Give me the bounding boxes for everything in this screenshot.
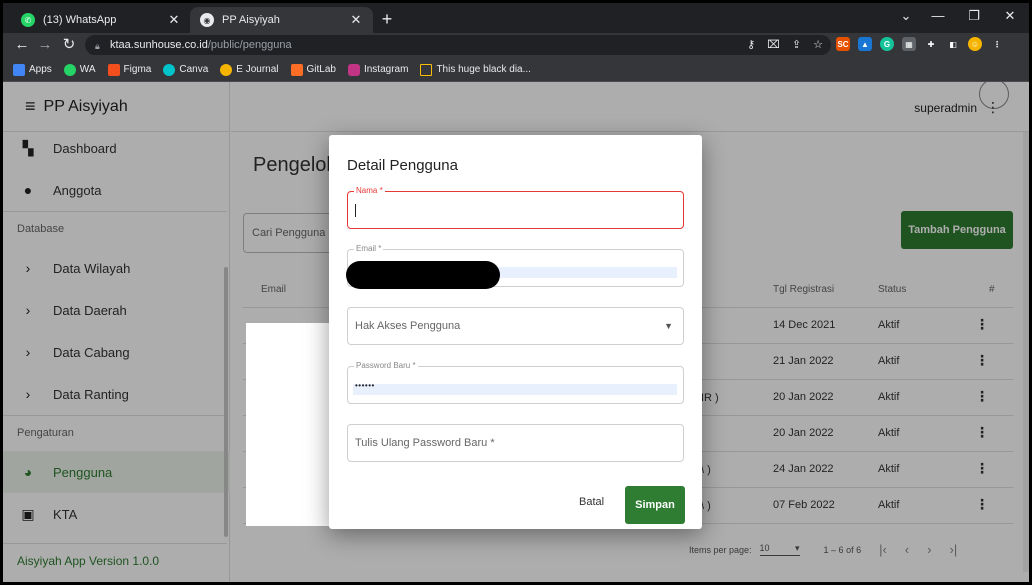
key-icon[interactable]: ⚷ xyxy=(747,38,755,51)
password-field[interactable]: Password Baru * •••••• xyxy=(347,361,684,404)
save-button[interactable]: Simpan xyxy=(625,486,685,524)
dialog-title: Detail Pengguna xyxy=(347,157,458,174)
browser-toolbar: ← → ↻ 🔒︎ ktaa.sunhouse.co.id /public/pen… xyxy=(3,33,1029,58)
star-icon[interactable]: ☆ xyxy=(813,38,823,51)
address-bar[interactable]: 🔒︎ ktaa.sunhouse.co.id /public/pengguna … xyxy=(85,35,831,55)
reload-icon[interactable]: ↻ xyxy=(60,35,78,55)
figma-icon xyxy=(107,63,120,76)
redaction-block xyxy=(246,323,338,526)
chevron-down-icon[interactable]: ⌄ xyxy=(891,8,921,24)
bookmark-label: GitLab xyxy=(306,64,336,75)
window-close-icon[interactable]: ✕ xyxy=(995,8,1025,24)
globe-icon: ◉ xyxy=(200,13,214,27)
puzzle-icon[interactable]: ✚ xyxy=(924,37,938,51)
name-field[interactable]: Nama * xyxy=(347,186,684,229)
ejournal-icon xyxy=(220,63,233,76)
bookmark-label: Instagram xyxy=(363,64,409,75)
bookmark-instagram[interactable]: Instagram xyxy=(347,63,409,76)
tab-title: PP Aisyiyah xyxy=(222,14,280,26)
extension-grad-icon[interactable]: ▲ xyxy=(858,37,872,51)
extension-sc-icon[interactable]: SC xyxy=(836,37,850,51)
extensions: SC ▲ G ▦ ✚ ◧ ☺ ⋮ xyxy=(836,37,1004,51)
bookmarks-bar: Apps WA Figma Canva E Journal GitLab Ins… xyxy=(3,58,1029,82)
whatsapp-icon xyxy=(63,63,76,76)
instagram-icon xyxy=(347,63,360,76)
confirm-password-placeholder: Tulis Ulang Password Baru * xyxy=(355,437,495,449)
bookmark-page-icon xyxy=(420,63,433,76)
bookmark-figma[interactable]: Figma xyxy=(107,63,152,76)
bookmark-label: This huge black dia... xyxy=(436,64,531,75)
user-detail-dialog: Detail Pengguna Nama * Email * Hak Akses… xyxy=(329,135,702,529)
confirm-password-field[interactable]: Tulis Ulang Password Baru * xyxy=(347,424,684,462)
dropdown-arrow-icon: ▼ xyxy=(664,321,673,331)
extension-box-icon[interactable]: ▦ xyxy=(902,37,916,51)
url-host: ktaa.sunhouse.co.id xyxy=(110,39,208,51)
close-icon[interactable]: ✕ xyxy=(167,12,181,28)
tab-whatsapp[interactable]: ✆ (13) WhatsApp ✕ xyxy=(11,7,191,33)
bookmark-label: Figma xyxy=(123,64,152,75)
redaction-mark xyxy=(346,261,500,289)
share-icon[interactable]: ⇪ xyxy=(792,38,801,51)
tab-title: (13) WhatsApp xyxy=(43,14,117,26)
bookmark-wa[interactable]: WA xyxy=(63,63,96,76)
role-select[interactable]: Hak Akses Pengguna ▼ xyxy=(347,307,684,345)
autofill-highlight xyxy=(353,384,677,395)
minimize-icon[interactable]: — xyxy=(923,8,953,23)
bookmark-label: Canva xyxy=(179,64,209,75)
role-select-placeholder: Hak Akses Pengguna xyxy=(355,320,461,332)
bookmark-black-dia[interactable]: This huge black dia... xyxy=(420,63,531,76)
sidepanel-icon[interactable]: ◧ xyxy=(946,37,960,51)
tab-pp-aisyiyah[interactable]: ◉ PP Aisyiyah ✕ xyxy=(190,7,373,33)
browser-window: ✆ (13) WhatsApp ✕ ◉ PP Aisyiyah ✕ + ⌄ — … xyxy=(3,3,1029,582)
bookmark-label: E Journal xyxy=(236,64,279,75)
translate-icon[interactable]: ⌧ xyxy=(767,38,780,51)
email-field-label: Email * xyxy=(354,244,384,253)
close-icon[interactable]: ✕ xyxy=(349,12,363,28)
back-icon[interactable]: ← xyxy=(13,35,31,55)
forward-icon[interactable]: → xyxy=(36,35,54,55)
lock-icon: 🔒︎ xyxy=(95,40,100,51)
cancel-button[interactable]: Batal xyxy=(579,496,604,508)
bookmark-label: Apps xyxy=(29,64,52,75)
gitlab-icon xyxy=(290,63,303,76)
apps-grid-icon xyxy=(13,63,25,76)
web-page: ≡ PP Aisyiyah ▚ Dashboard ● Anggota Data… xyxy=(3,82,1029,582)
url-path: /public/pengguna xyxy=(207,39,292,51)
email-field[interactable]: Email * xyxy=(346,244,684,289)
password-field-label: Password Baru * xyxy=(354,361,418,370)
password-value: •••••• xyxy=(355,381,375,390)
avatar[interactable]: ☺ xyxy=(968,37,982,51)
bookmark-gitlab[interactable]: GitLab xyxy=(290,63,336,76)
new-tab-button[interactable]: + xyxy=(377,9,397,29)
grammarly-icon[interactable]: G xyxy=(880,37,894,51)
name-field-label: Nama * xyxy=(354,186,385,195)
bookmark-label: WA xyxy=(79,64,96,75)
browser-menu-icon[interactable]: ⋮ xyxy=(990,37,1004,51)
bookmark-ejournal[interactable]: E Journal xyxy=(220,63,279,76)
restore-icon[interactable]: ❐ xyxy=(959,8,989,24)
whatsapp-icon: ✆ xyxy=(21,13,35,27)
tab-strip: ✆ (13) WhatsApp ✕ ◉ PP Aisyiyah ✕ + ⌄ — … xyxy=(3,3,1029,33)
bookmark-canva[interactable]: Canva xyxy=(163,63,209,76)
canva-icon xyxy=(163,63,176,76)
text-caret xyxy=(355,204,356,217)
bookmark-apps[interactable]: Apps xyxy=(13,63,52,76)
